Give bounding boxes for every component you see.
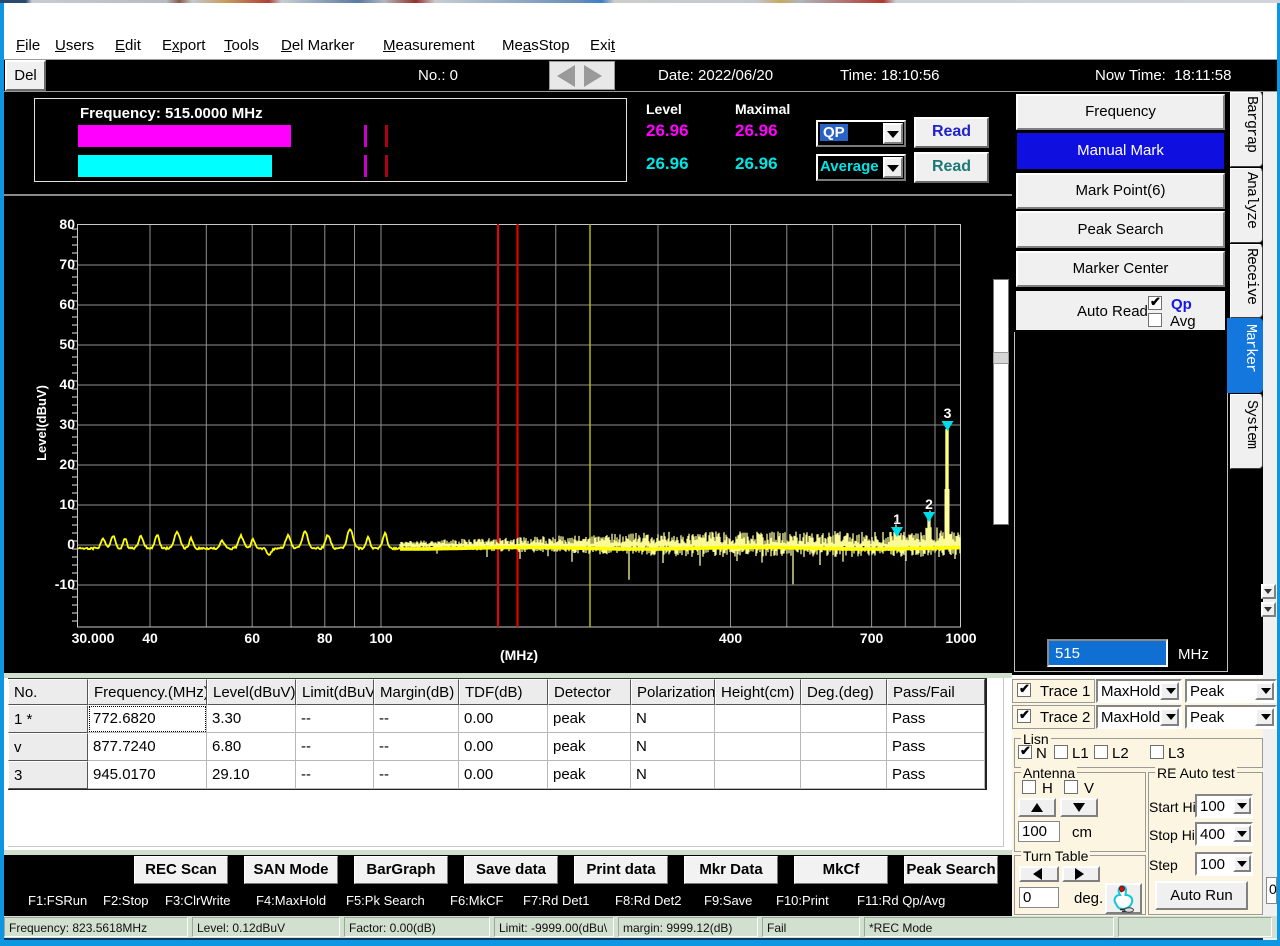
svg-text:40: 40 <box>59 376 75 392</box>
svg-text:400: 400 <box>719 630 743 646</box>
svg-text:60: 60 <box>59 296 75 312</box>
svg-text:70: 70 <box>59 256 75 272</box>
svg-text:-10: -10 <box>55 576 75 592</box>
svg-text:30.000: 30.000 <box>72 630 115 646</box>
svg-text:1000: 1000 <box>945 630 976 646</box>
svg-text:0: 0 <box>67 536 75 552</box>
svg-text:60: 60 <box>244 630 260 646</box>
svg-text:30: 30 <box>59 416 75 432</box>
svg-text:2: 2 <box>925 496 933 512</box>
svg-text:100: 100 <box>369 630 393 646</box>
svg-text:20: 20 <box>59 456 75 472</box>
svg-text:Level(dBuV): Level(dBuV) <box>34 385 49 461</box>
svg-text:80: 80 <box>59 216 75 232</box>
svg-text:700: 700 <box>860 630 884 646</box>
svg-text:3: 3 <box>944 405 952 421</box>
svg-text:50: 50 <box>59 336 75 352</box>
svg-text:40: 40 <box>142 630 158 646</box>
svg-text:(MHz): (MHz) <box>500 647 538 663</box>
svg-text:1: 1 <box>893 511 901 527</box>
svg-text:10: 10 <box>59 496 75 512</box>
svg-text:80: 80 <box>317 630 333 646</box>
